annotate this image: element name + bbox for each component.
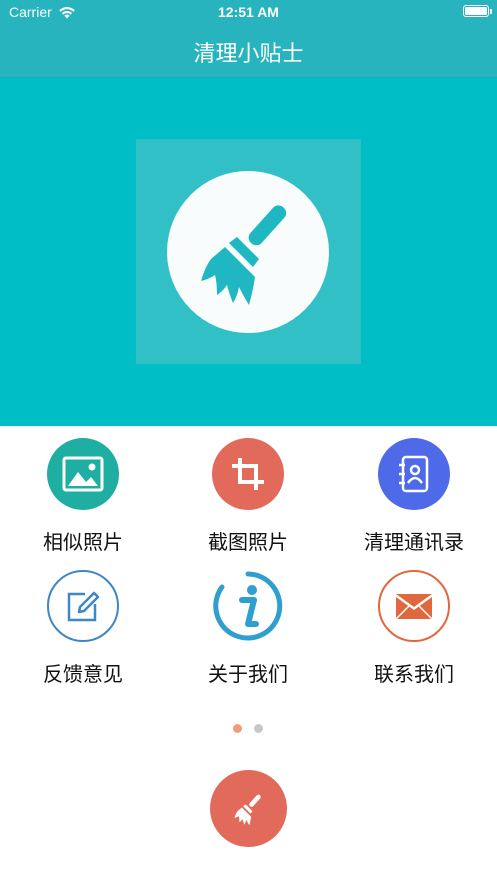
menu-label: 相似照片 xyxy=(43,530,123,554)
menu-label: 联系我们 xyxy=(374,662,454,686)
clean-button[interactable] xyxy=(210,770,287,847)
contact-us-button[interactable] xyxy=(378,570,450,642)
status-time: 12:51 AM xyxy=(218,4,279,20)
screenshots-button[interactable] xyxy=(212,438,284,510)
menu-item-screenshots[interactable]: 截图照片 xyxy=(165,438,331,578)
menu-label: 清理通讯录 xyxy=(364,530,464,554)
hero-card xyxy=(136,139,361,364)
menu-label: 关于我们 xyxy=(208,662,288,686)
clean-contacts-button[interactable] xyxy=(378,438,450,510)
battery-icon xyxy=(463,5,492,17)
contacts-book-icon xyxy=(399,455,429,493)
hero-broom-badge xyxy=(167,171,329,333)
crop-icon xyxy=(232,458,264,490)
about-us-button[interactable] xyxy=(212,570,284,642)
info-icon xyxy=(213,571,283,641)
mail-icon xyxy=(395,594,433,620)
menu-item-about-us[interactable]: 关于我们 xyxy=(165,570,331,710)
menu-label: 截图照片 xyxy=(208,530,288,554)
menu-item-contact-us[interactable]: 联系我们 xyxy=(331,570,497,710)
feedback-button[interactable] xyxy=(47,570,119,642)
menu-item-feedback[interactable]: 反馈意见 xyxy=(0,570,166,710)
broom-icon xyxy=(233,794,261,825)
page-dot-active[interactable] xyxy=(233,724,242,733)
menu-label: 反馈意见 xyxy=(43,662,123,686)
page-dot[interactable] xyxy=(254,724,263,733)
broom-icon xyxy=(201,205,287,305)
image-icon xyxy=(62,456,104,492)
hero-banner xyxy=(0,78,497,426)
menu-item-similar-photos[interactable]: 相似照片 xyxy=(0,438,166,578)
menu-item-clean-contacts[interactable]: 清理通讯录 xyxy=(331,438,497,578)
similar-photos-button[interactable] xyxy=(47,438,119,510)
header-bar: Carrier 12:51 AM 清理小贴士 xyxy=(0,0,497,78)
edit-icon xyxy=(67,591,100,622)
page-title: 清理小贴士 xyxy=(193,42,304,67)
